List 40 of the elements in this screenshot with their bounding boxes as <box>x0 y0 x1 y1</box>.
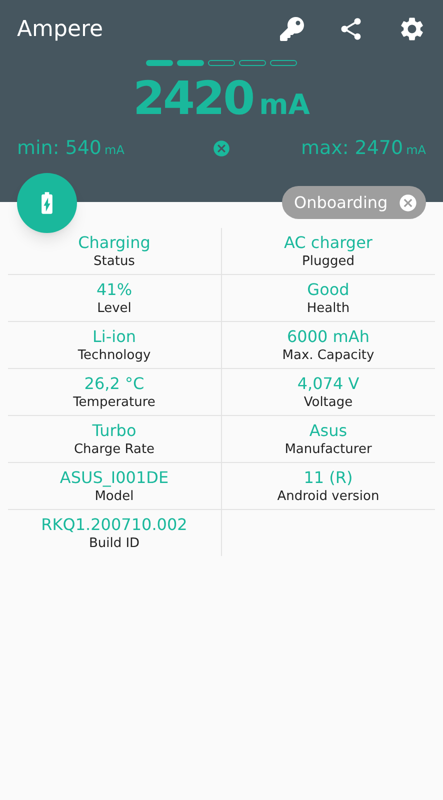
info-label: Manufacturer <box>284 440 372 458</box>
min-label: min: <box>17 136 60 161</box>
max-label: max: <box>300 136 349 161</box>
info-value: Turbo <box>92 420 136 440</box>
settings-icon[interactable] <box>398 15 426 43</box>
info-value: ASUS_I001DE <box>60 468 169 488</box>
info-label: Technology <box>78 346 151 364</box>
info-value: 11 (R) <box>304 468 353 488</box>
reset-icon[interactable] <box>212 138 231 158</box>
current-reading: 2420 <box>133 70 254 127</box>
info-label: Temperature <box>73 394 156 410</box>
info-value: Charging <box>78 232 150 252</box>
max-value: 2470 <box>354 136 404 161</box>
min-value: 540 <box>65 136 102 161</box>
min-unit: mA <box>104 142 124 159</box>
max-unit: mA <box>406 142 426 159</box>
info-label: Charge Rate <box>74 440 155 458</box>
info-label: Android version <box>277 488 380 504</box>
info-value: 6000 mAh <box>287 326 370 346</box>
info-label: Plugged <box>302 252 354 270</box>
info-value: Li-ion <box>92 326 136 346</box>
onboarding-chip[interactable]: Onboarding <box>282 186 426 219</box>
info-label: Model <box>94 488 134 504</box>
info-value: Good <box>307 280 350 300</box>
info-label: Health <box>306 300 350 316</box>
info-label: Level <box>97 300 132 316</box>
info-label: Status <box>94 252 135 270</box>
close-icon[interactable] <box>398 192 418 212</box>
info-label: Voltage <box>304 394 353 410</box>
info-value: RKQ1.200710.002 <box>41 514 188 534</box>
current-unit: mA <box>259 87 310 123</box>
info-value: 41% <box>96 280 132 300</box>
info-value: 26,2 °C <box>84 374 144 394</box>
key-icon[interactable] <box>280 17 304 41</box>
info-value: Asus <box>309 420 348 440</box>
info-label: Build ID <box>88 534 140 552</box>
info-value: 4,074 V <box>297 374 360 394</box>
info-label: Max. Capacity <box>282 346 374 364</box>
app-title: Ampere <box>17 16 104 44</box>
info-value: AC charger <box>284 232 373 252</box>
